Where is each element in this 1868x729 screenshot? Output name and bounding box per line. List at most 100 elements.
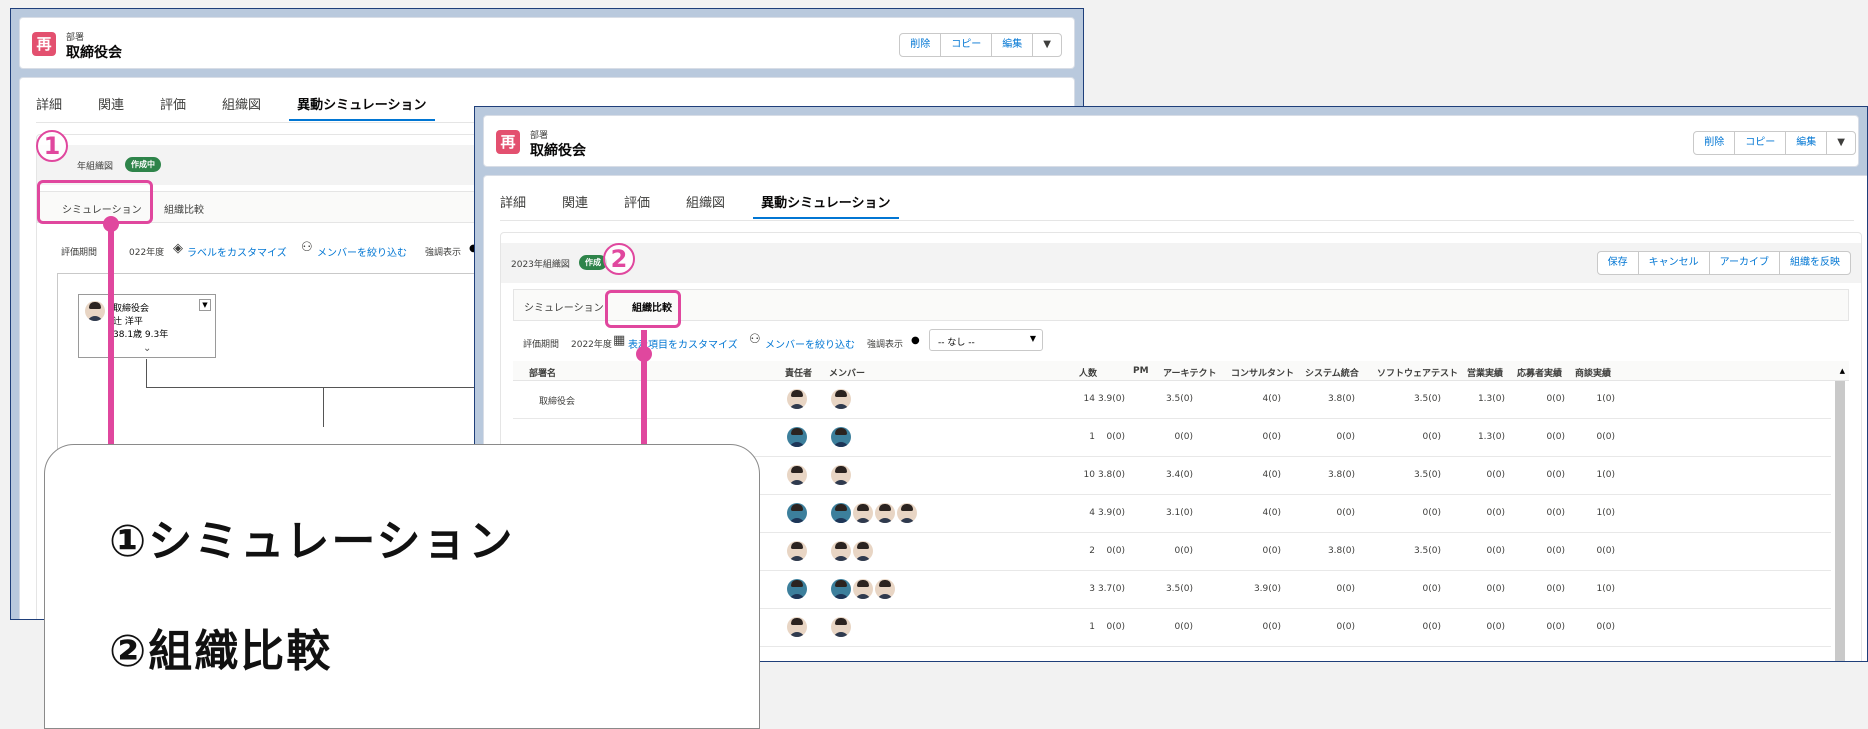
manager-avatar[interactable] <box>787 427 807 447</box>
manager-avatar[interactable] <box>787 541 807 561</box>
edit-button[interactable]: 編集 <box>1786 132 1828 154</box>
manager-avatar[interactable] <box>787 389 807 409</box>
cell-dept: 取締役会 <box>539 397 576 407</box>
member-avatar[interactable] <box>831 465 851 485</box>
manager-avatar[interactable] <box>787 579 807 599</box>
member-avatar[interactable] <box>831 579 851 599</box>
tab-evaluation[interactable]: 評価 <box>160 88 186 121</box>
member-avatar[interactable] <box>853 541 873 561</box>
filter-members-link[interactable]: メンバーを絞り込む <box>765 336 855 351</box>
delete-button[interactable]: 削除 <box>900 34 942 56</box>
col-architect[interactable]: アーキテクト <box>1163 366 1216 379</box>
record-tabs: 詳細 関連 評価 組織図 異動シミュレーション <box>36 88 471 121</box>
scrollbar[interactable] <box>1835 381 1845 661</box>
chevron-down-icon[interactable]: ▼ <box>1827 132 1855 154</box>
tab-details[interactable]: 詳細 <box>500 186 526 219</box>
cell-score: 0(0) <box>1262 622 1281 632</box>
tag-icon: ◈ <box>173 241 183 256</box>
period-value: 022年度 <box>129 248 165 258</box>
tab-evaluation[interactable]: 評価 <box>624 186 650 219</box>
org-card[interactable]: 取締役会 辻 洋平 38.1歳 9.3年 ▼ ⌄ <box>78 294 216 358</box>
scroll-up-icon[interactable]: ▲ <box>1840 367 1845 375</box>
cell-score: 0(0) <box>1486 546 1505 556</box>
col-system-integration[interactable]: システム統合 <box>1305 366 1359 379</box>
col-manager[interactable]: 責任者 <box>785 366 812 379</box>
edit-button[interactable]: 編集 <box>992 34 1034 56</box>
member-avatar[interactable] <box>853 579 873 599</box>
expand-chevron-icon[interactable]: ⌄ <box>143 343 151 354</box>
pin-line <box>641 330 647 446</box>
cell-score: 0(0) <box>1486 470 1505 480</box>
tab-related[interactable]: 関連 <box>562 186 588 219</box>
cell-score: 0(0) <box>1546 584 1565 594</box>
cell-score: 3.5(0) <box>1165 584 1193 594</box>
cell-score: 0(0) <box>1422 584 1441 594</box>
tab-transfer-simulation[interactable]: 異動シミュレーション <box>289 88 435 121</box>
emphasis-label: 強調表示 <box>425 248 462 258</box>
member-avatar[interactable] <box>897 503 917 523</box>
member-avatar[interactable] <box>853 503 873 523</box>
connector-line <box>146 359 147 387</box>
cell-score: 0(0) <box>1546 432 1565 442</box>
col-consultant[interactable]: コンサルタント <box>1231 366 1294 379</box>
customize-label-link[interactable]: ラベルをカスタマイズ <box>187 244 287 259</box>
col-pm[interactable]: PM <box>1133 366 1149 376</box>
col-applicants[interactable]: 応募者実績 <box>1517 366 1562 379</box>
tab-org-chart[interactable]: 組織図 <box>686 186 725 219</box>
col-software-test[interactable]: ソフトウェアテスト <box>1377 366 1458 379</box>
apply-org-button[interactable]: 組織を反映 <box>1780 252 1850 274</box>
filter-members-link[interactable]: メンバーを絞り込む <box>317 244 407 259</box>
org-chart-name: 2023年組織図 <box>511 260 570 270</box>
cell-score: 0(0) <box>1336 622 1355 632</box>
member-avatar[interactable] <box>875 579 895 599</box>
chevron-down-icon[interactable]: ▼ <box>1033 34 1061 56</box>
callout-org-compare-tab <box>605 290 681 328</box>
cell-score: 1.3(0) <box>1477 432 1505 442</box>
col-dept[interactable]: 部署名 <box>529 366 556 379</box>
users-icon: ⚇ <box>749 332 761 347</box>
period-value: 2022年度 <box>571 340 612 350</box>
pin-line <box>108 224 114 446</box>
cell-score: 3.5(0) <box>1165 394 1193 404</box>
archive-button[interactable]: アーカイブ <box>1710 252 1780 274</box>
col-count[interactable]: 人数 <box>1079 366 1097 379</box>
member-avatar[interactable] <box>831 427 851 447</box>
manager-avatar[interactable] <box>787 465 807 485</box>
member-avatar[interactable] <box>831 503 851 523</box>
cell-score: 0(0) <box>1546 394 1565 404</box>
legend-box: ①シミュレーション ②組織比較 <box>44 444 760 729</box>
cell-score: 0(0) <box>1106 432 1125 442</box>
chevron-down-icon[interactable]: ▼ <box>199 299 211 311</box>
tab-transfer-simulation[interactable]: 異動シミュレーション <box>753 186 899 219</box>
member-avatar[interactable] <box>831 617 851 637</box>
col-members[interactable]: メンバー <box>829 366 865 379</box>
member-avatar[interactable] <box>875 503 895 523</box>
cell-score: 3.8(0) <box>1327 394 1355 404</box>
manager-avatar[interactable] <box>787 617 807 637</box>
delete-button[interactable]: 削除 <box>1694 132 1736 154</box>
member-avatar[interactable] <box>831 389 851 409</box>
col-deals[interactable]: 商談実績 <box>1575 366 1611 379</box>
copy-button[interactable]: コピー <box>1735 132 1787 154</box>
cell-score: 0(0) <box>1336 508 1355 518</box>
subtab-simulation[interactable]: シミュレーション <box>524 299 604 314</box>
tab-details[interactable]: 詳細 <box>36 88 62 121</box>
marker-1: 1 <box>36 130 68 162</box>
cell-score: 1.3(0) <box>1477 394 1505 404</box>
tab-org-chart[interactable]: 組織図 <box>222 88 261 121</box>
cell-score: 0(0) <box>1596 546 1615 556</box>
copy-button[interactable]: コピー <box>941 34 993 56</box>
cell-score: 1(0) <box>1596 584 1615 594</box>
emphasis-select[interactable]: -- なし -- ▼ <box>929 329 1043 351</box>
cell-score: 3.5(0) <box>1413 546 1441 556</box>
subtab-org-compare[interactable]: 組織比較 <box>164 201 204 216</box>
table-row[interactable]: 取締役会 14 3.9(0) 3.5(0) 4(0) 3.8(0) 3.5(0) 1.3(0)… <box>513 381 1831 419</box>
tab-related[interactable]: 関連 <box>98 88 124 121</box>
manager-avatar[interactable] <box>787 503 807 523</box>
col-sales[interactable]: 営業実績 <box>1467 366 1503 379</box>
member-avatar[interactable] <box>831 541 851 561</box>
cell-score: 0(0) <box>1422 508 1441 518</box>
cancel-button[interactable]: キャンセル <box>1639 252 1710 274</box>
cell-score: 3.9(0) <box>1253 584 1281 594</box>
save-button[interactable]: 保存 <box>1598 252 1639 274</box>
